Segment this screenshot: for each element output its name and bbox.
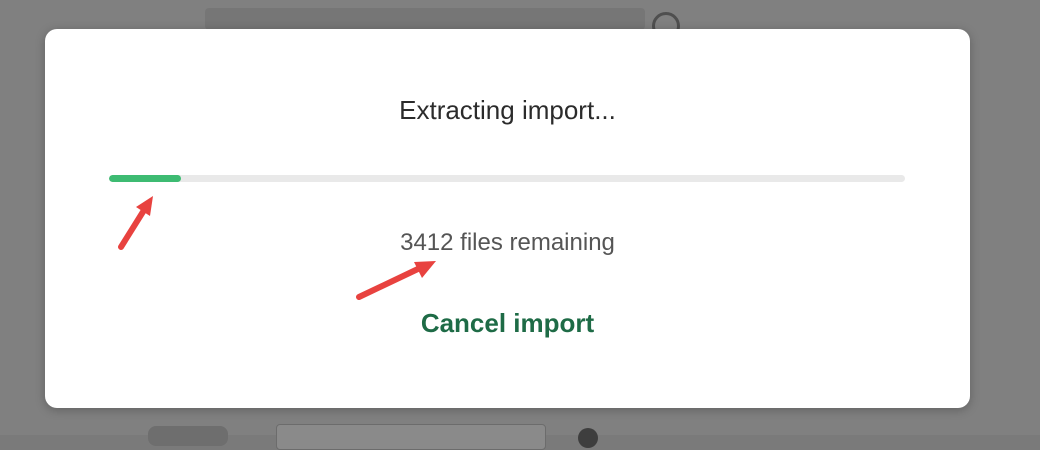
background-button [148,426,228,446]
background-icon [578,428,598,448]
background-heading [205,8,645,30]
files-remaining-count: 3412 [400,229,454,256]
progress-bar [109,175,905,182]
files-remaining-text: 3412 files remaining [45,229,970,257]
dialog-title: Extracting import... [399,95,616,125]
cancel-import-link[interactable]: Cancel import [421,308,594,338]
progress-bar-fill [109,175,181,182]
background-input [276,424,546,450]
import-progress-dialog: Extracting import... 3412 files remainin… [45,29,970,408]
files-remaining-label: files remaining [453,229,615,256]
cancel-import-wrapper: Cancel import [45,308,970,339]
